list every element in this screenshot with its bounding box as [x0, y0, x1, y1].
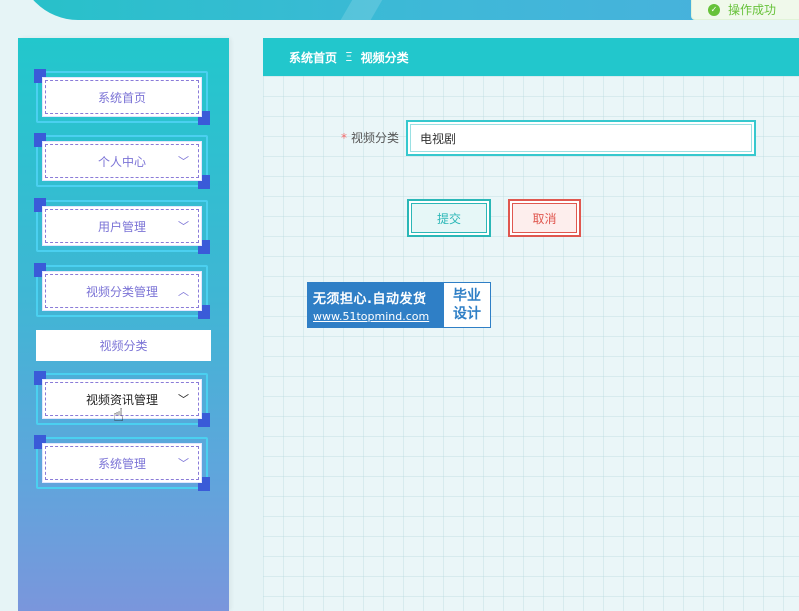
watermark-right-top: 毕业	[453, 288, 481, 304]
sidebar-item-label: 系统首页	[97, 90, 146, 105]
breadcrumb-home[interactable]: 系统首页	[289, 49, 337, 66]
chevron-up-icon: ︿	[178, 285, 189, 298]
watermark-url: www.51topmind.com	[313, 309, 430, 323]
toast-text: 操作成功	[728, 3, 777, 17]
chevron-down-icon: ﹀	[178, 457, 189, 470]
main-content	[263, 76, 799, 611]
success-toast: ✓ 操作成功	[691, 0, 799, 20]
sidebar-item-user-management[interactable]: 用户管理 ﹀	[34, 198, 210, 254]
sidebar: 系统首页 个人中心 ﹀ 用户管理 ﹀ 视频分类管理 ︿ 视频分类 视频资讯管理 …	[18, 38, 229, 611]
sidebar-item-video-category-management[interactable]: 视频分类管理 ︿	[34, 263, 210, 319]
breadcrumb: 系统首页 Ξ 视频分类	[263, 38, 799, 76]
sidebar-item-home[interactable]: 系统首页	[34, 69, 210, 125]
breadcrumb-current: 视频分类	[360, 50, 409, 65]
watermark-banner: 无须担心.自动发货 www.51topmind.com 毕业 设计	[307, 282, 491, 328]
hand-cursor-icon: ☝	[113, 405, 124, 426]
sidebar-item-label: 用户管理	[97, 219, 146, 234]
submenu-item-video-category[interactable]: 视频分类	[36, 330, 211, 361]
check-circle-icon: ✓	[708, 3, 720, 16]
sidebar-item-personal-center[interactable]: 个人中心 ﹀	[34, 133, 210, 189]
chevron-down-icon: ﹀	[178, 393, 189, 406]
category-label-text: 视频分类	[351, 131, 400, 145]
required-mark: *	[341, 131, 347, 145]
sidebar-item-label: 视频资讯管理	[85, 392, 158, 407]
sidebar-item-label: 系统管理	[97, 456, 146, 471]
breadcrumb-separator-icon: Ξ	[345, 50, 353, 64]
watermark-right-bottom: 设计	[453, 306, 481, 322]
sidebar-item-system-management[interactable]: 系统管理 ﹀	[34, 435, 210, 491]
watermark-line1: 无须担心.自动发货	[313, 291, 427, 307]
chevron-down-icon: ﹀	[178, 220, 189, 233]
sidebar-item-label: 视频分类管理	[85, 284, 158, 299]
cancel-button[interactable]: 取消	[508, 199, 581, 237]
header-decoration	[340, 0, 406, 20]
chevron-down-icon: ﹀	[178, 155, 189, 168]
sidebar-item-label: 个人中心	[97, 154, 146, 169]
category-label: * 视频分类	[341, 129, 399, 146]
top-header	[18, 0, 799, 20]
submit-button[interactable]: 提交	[407, 199, 491, 237]
category-input[interactable]	[406, 120, 756, 156]
